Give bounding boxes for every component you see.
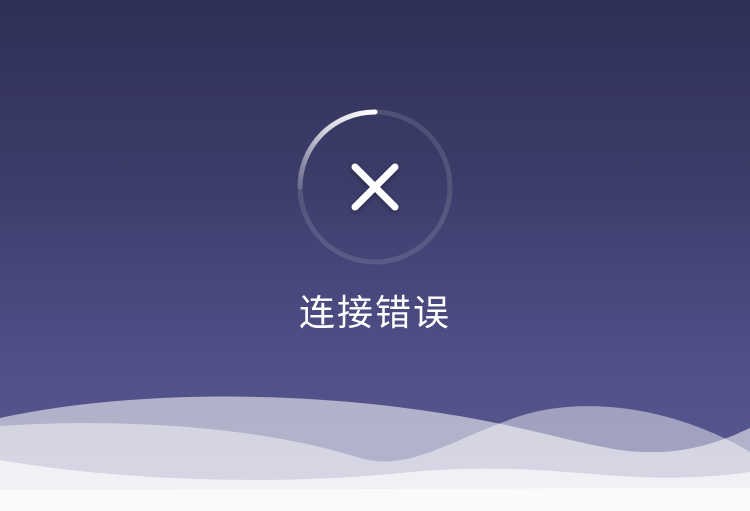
close-icon (341, 153, 409, 221)
connection-error-screen: 连接错误 (0, 0, 750, 511)
error-message: 连接错误 (298, 293, 451, 334)
wave-decoration (0, 396, 750, 511)
